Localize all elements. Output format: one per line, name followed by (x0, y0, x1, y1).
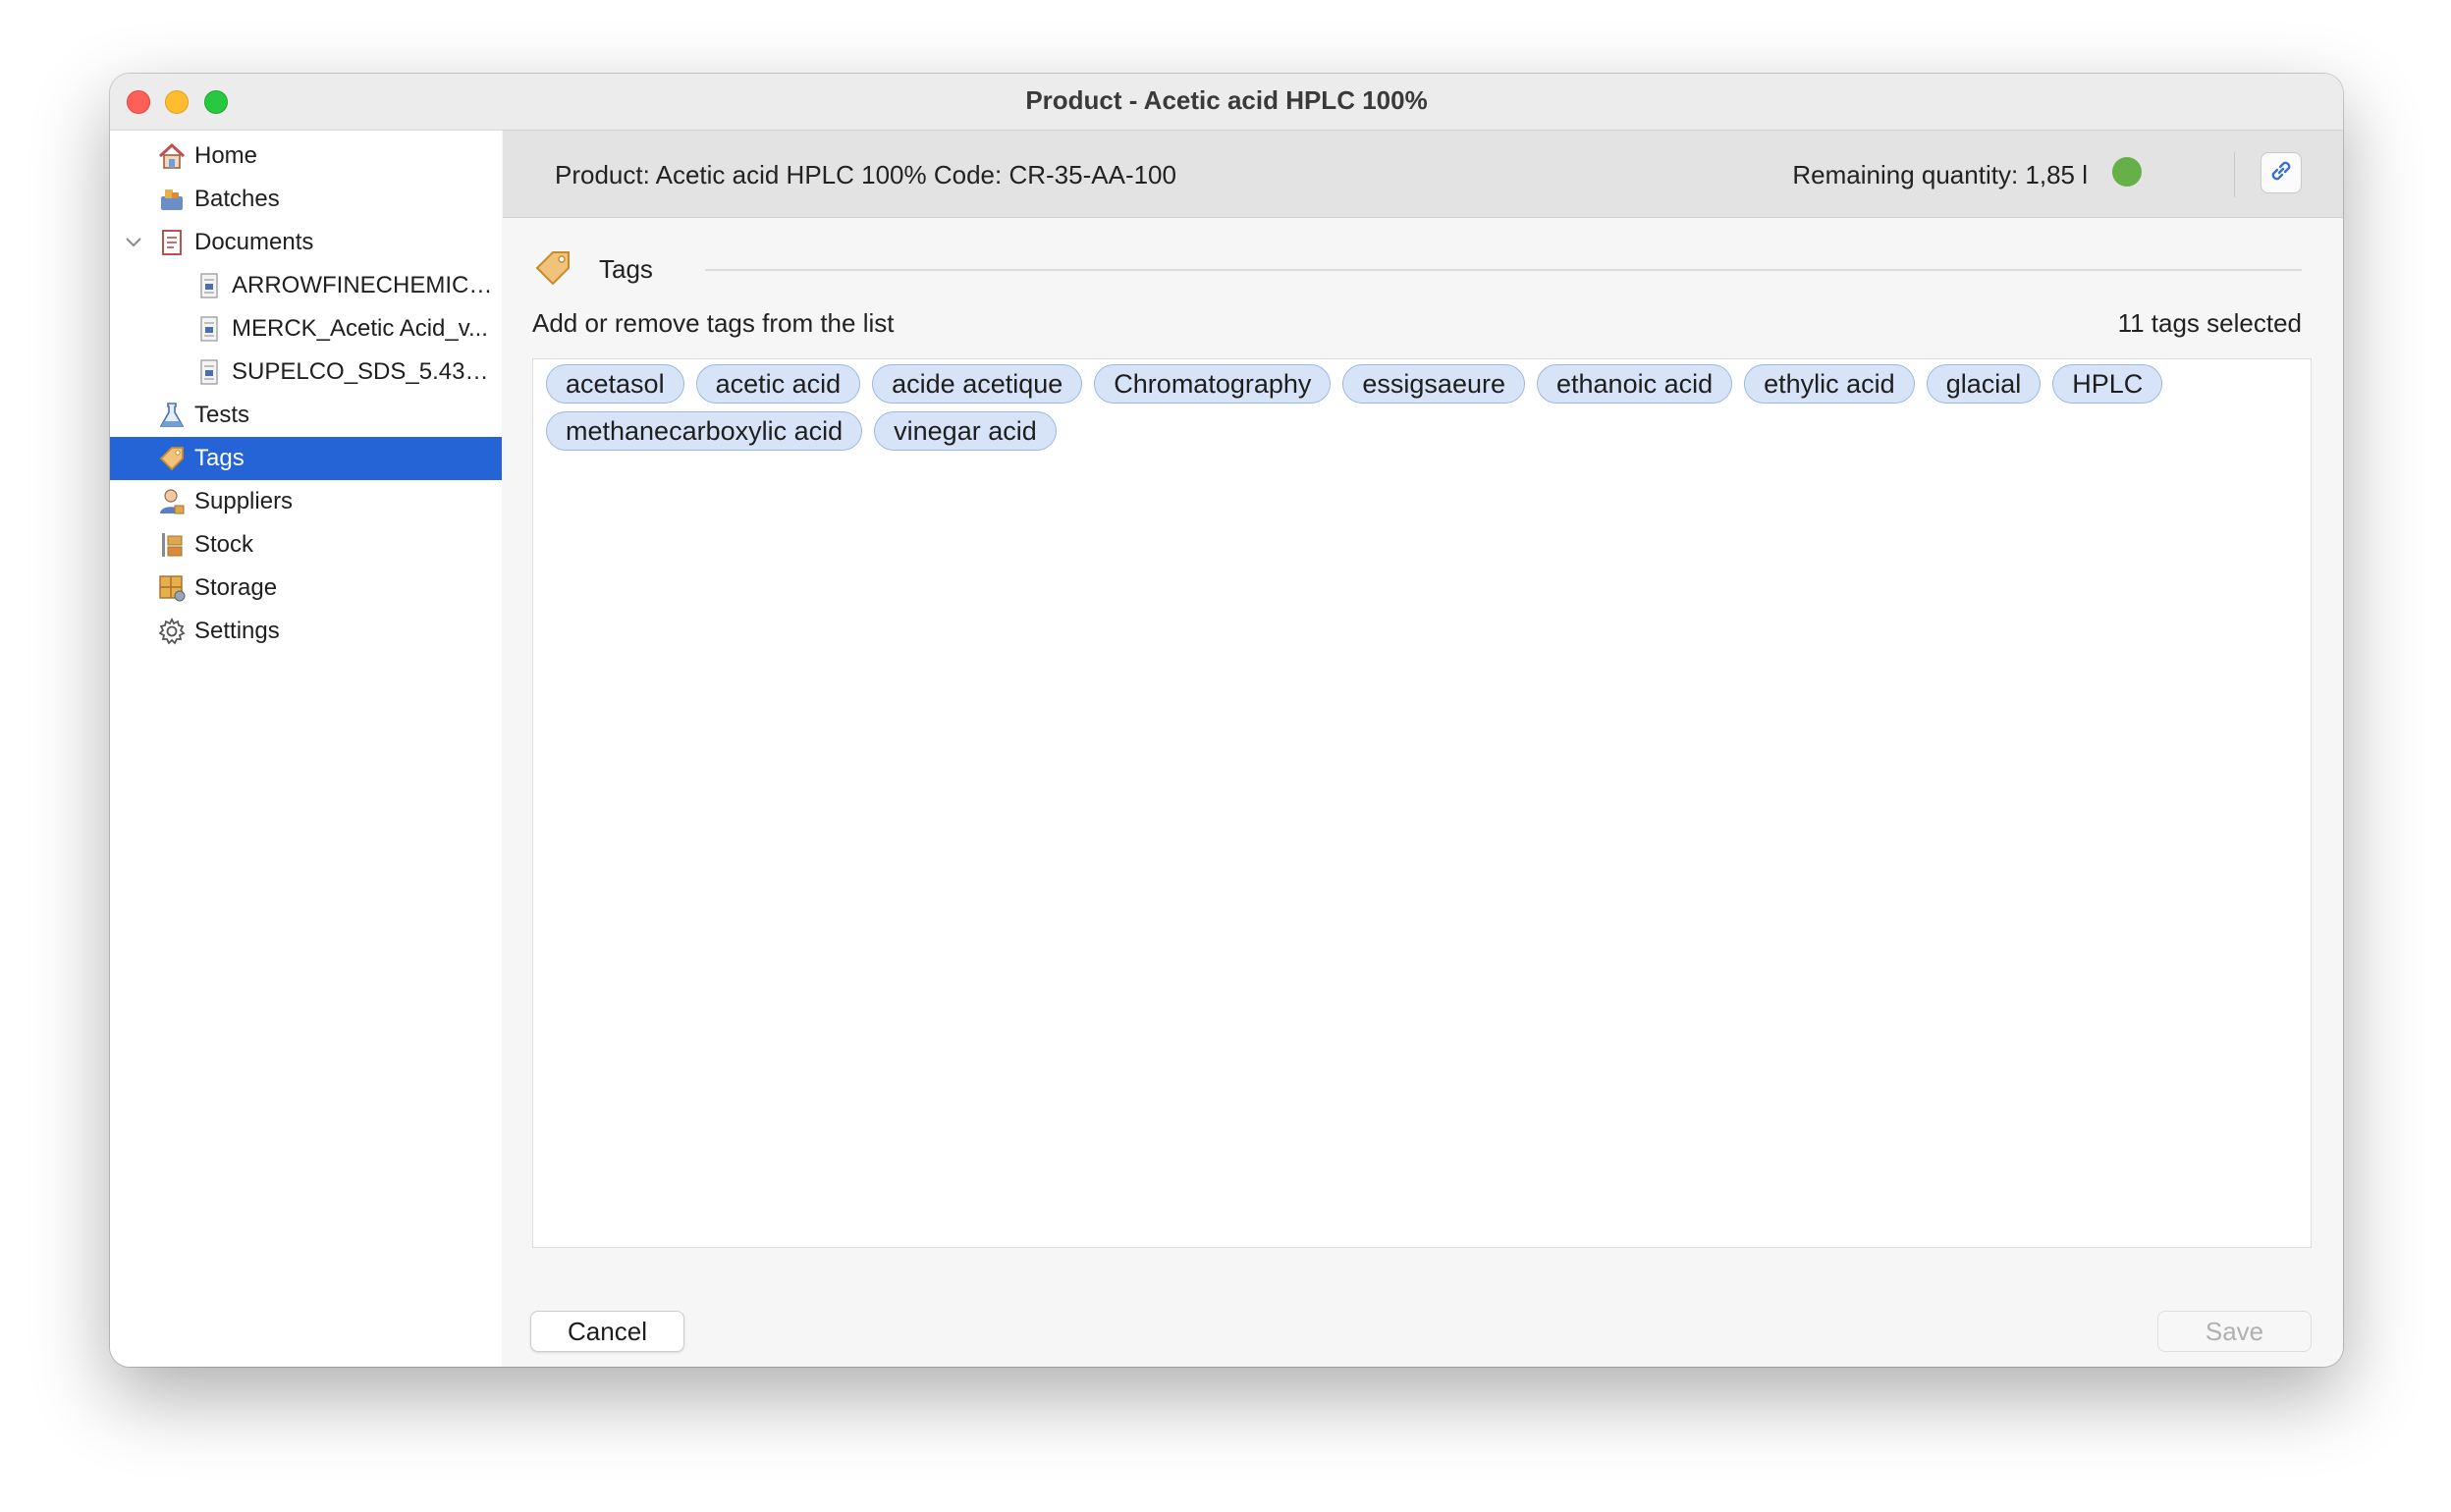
home-icon (157, 141, 187, 171)
save-button[interactable]: Save (2157, 1311, 2312, 1352)
main-panel: Product: Acetic acid HPLC 100% Code: CR-… (503, 131, 2343, 1367)
flask-icon (157, 401, 187, 430)
tag-chip[interactable]: Chromatography (1094, 364, 1332, 404)
sidebar-item-tags[interactable]: Tags (110, 437, 502, 480)
sidebar-item-settings[interactable]: Settings (110, 610, 502, 653)
tag-chip[interactable]: ethylic acid (1744, 364, 1915, 404)
status-indicator (2112, 157, 2142, 187)
sidebar-document-merck[interactable]: MERCK_Acetic Acid_v... (110, 307, 502, 351)
tag-chip[interactable]: glacial (1926, 364, 2042, 404)
title-bar[interactable]: Product - Acetic acid HPLC 100% (110, 74, 2343, 131)
tag-list[interactable]: acetasol acetic acid acide acetique Chro… (532, 358, 2312, 1248)
window-title: Product - Acetic acid HPLC 100% (1025, 85, 1428, 115)
gear-icon (157, 617, 187, 646)
instruction-text: Add or remove tags from the list (532, 308, 895, 338)
sidebar-item-label: Home (194, 142, 258, 169)
batches-icon (157, 185, 187, 214)
tag-icon (157, 444, 187, 473)
documents-icon (157, 228, 187, 257)
sidebar-item-label: SUPELCO_SDS_5.438... (232, 358, 497, 385)
pdf-file-icon (194, 271, 224, 300)
sidebar-item-suppliers[interactable]: Suppliers (110, 480, 502, 523)
stock-icon (157, 530, 187, 560)
tags-section-header: Tags (532, 245, 2302, 291)
sidebar-item-label: Tests (194, 402, 250, 428)
sidebar-item-label: Documents (194, 229, 314, 255)
tag-chip[interactable]: acetic acid (695, 364, 861, 404)
product-header: Product: Acetic acid HPLC 100% Code: CR-… (503, 131, 2343, 218)
sidebar-item-label: Suppliers (194, 488, 294, 514)
header-divider (2234, 152, 2235, 197)
product-info: Product: Acetic acid HPLC 100% Code: CR-… (555, 160, 1176, 189)
sidebar-item-batches[interactable]: Batches (110, 178, 502, 221)
tag-chip[interactable]: ethanoic acid (1537, 364, 1733, 404)
storage-icon (157, 573, 187, 603)
sidebar-item-label: Stock (194, 531, 254, 558)
tag-chip[interactable]: methanecarboxylic acid (546, 411, 863, 451)
sidebar-item-label: MERCK_Acetic Acid_v... (232, 315, 488, 342)
pdf-file-icon (194, 314, 224, 344)
sidebar-item-label: Batches (194, 186, 280, 212)
sidebar-item-home[interactable]: Home (110, 135, 502, 178)
sidebar-item-label: Settings (194, 618, 280, 644)
sidebar-document-supelco[interactable]: SUPELCO_SDS_5.438... (110, 351, 502, 394)
tag-chip[interactable]: essigsaeure (1342, 364, 1525, 404)
sidebar-item-stock[interactable]: Stock (110, 523, 502, 567)
sidebar-item-label: Tags (194, 445, 245, 471)
sidebar-item-label: ARROWFINECHEMICA... (232, 272, 497, 298)
remaining-quantity: Remaining quantity: 1,85 l (1792, 160, 2088, 189)
tag-chips: acetasol acetic acid acide acetique Chro… (546, 364, 2301, 459)
cancel-button[interactable]: Cancel (530, 1311, 684, 1352)
sidebar: Home Batches Documents ARROWFINECHEMICA.… (110, 131, 502, 1367)
section-divider (705, 269, 2302, 271)
supplier-icon (157, 487, 187, 516)
section-title: Tags (599, 254, 653, 284)
tag-icon (532, 247, 573, 289)
chevron-down-icon[interactable] (124, 233, 143, 252)
tag-chip[interactable]: acetasol (546, 364, 684, 404)
link-icon (2267, 157, 2295, 189)
tag-chip[interactable]: acide acetique (872, 364, 1083, 404)
pdf-file-icon (194, 357, 224, 387)
sidebar-item-storage[interactable]: Storage (110, 567, 502, 610)
sidebar-document-arrowfinechemica[interactable]: ARROWFINECHEMICA... (110, 264, 502, 307)
sidebar-item-documents[interactable]: Documents (110, 221, 502, 264)
sidebar-item-tests[interactable]: Tests (110, 394, 502, 437)
link-button[interactable] (2260, 152, 2302, 193)
sidebar-item-label: Storage (194, 574, 278, 601)
tag-chip[interactable]: vinegar acid (874, 411, 1057, 451)
tag-chip[interactable]: HPLC (2052, 364, 2163, 404)
product-window: Product - Acetic acid HPLC 100% Home Bat… (110, 74, 2343, 1367)
tags-count: 11 tags selected (2117, 308, 2302, 338)
